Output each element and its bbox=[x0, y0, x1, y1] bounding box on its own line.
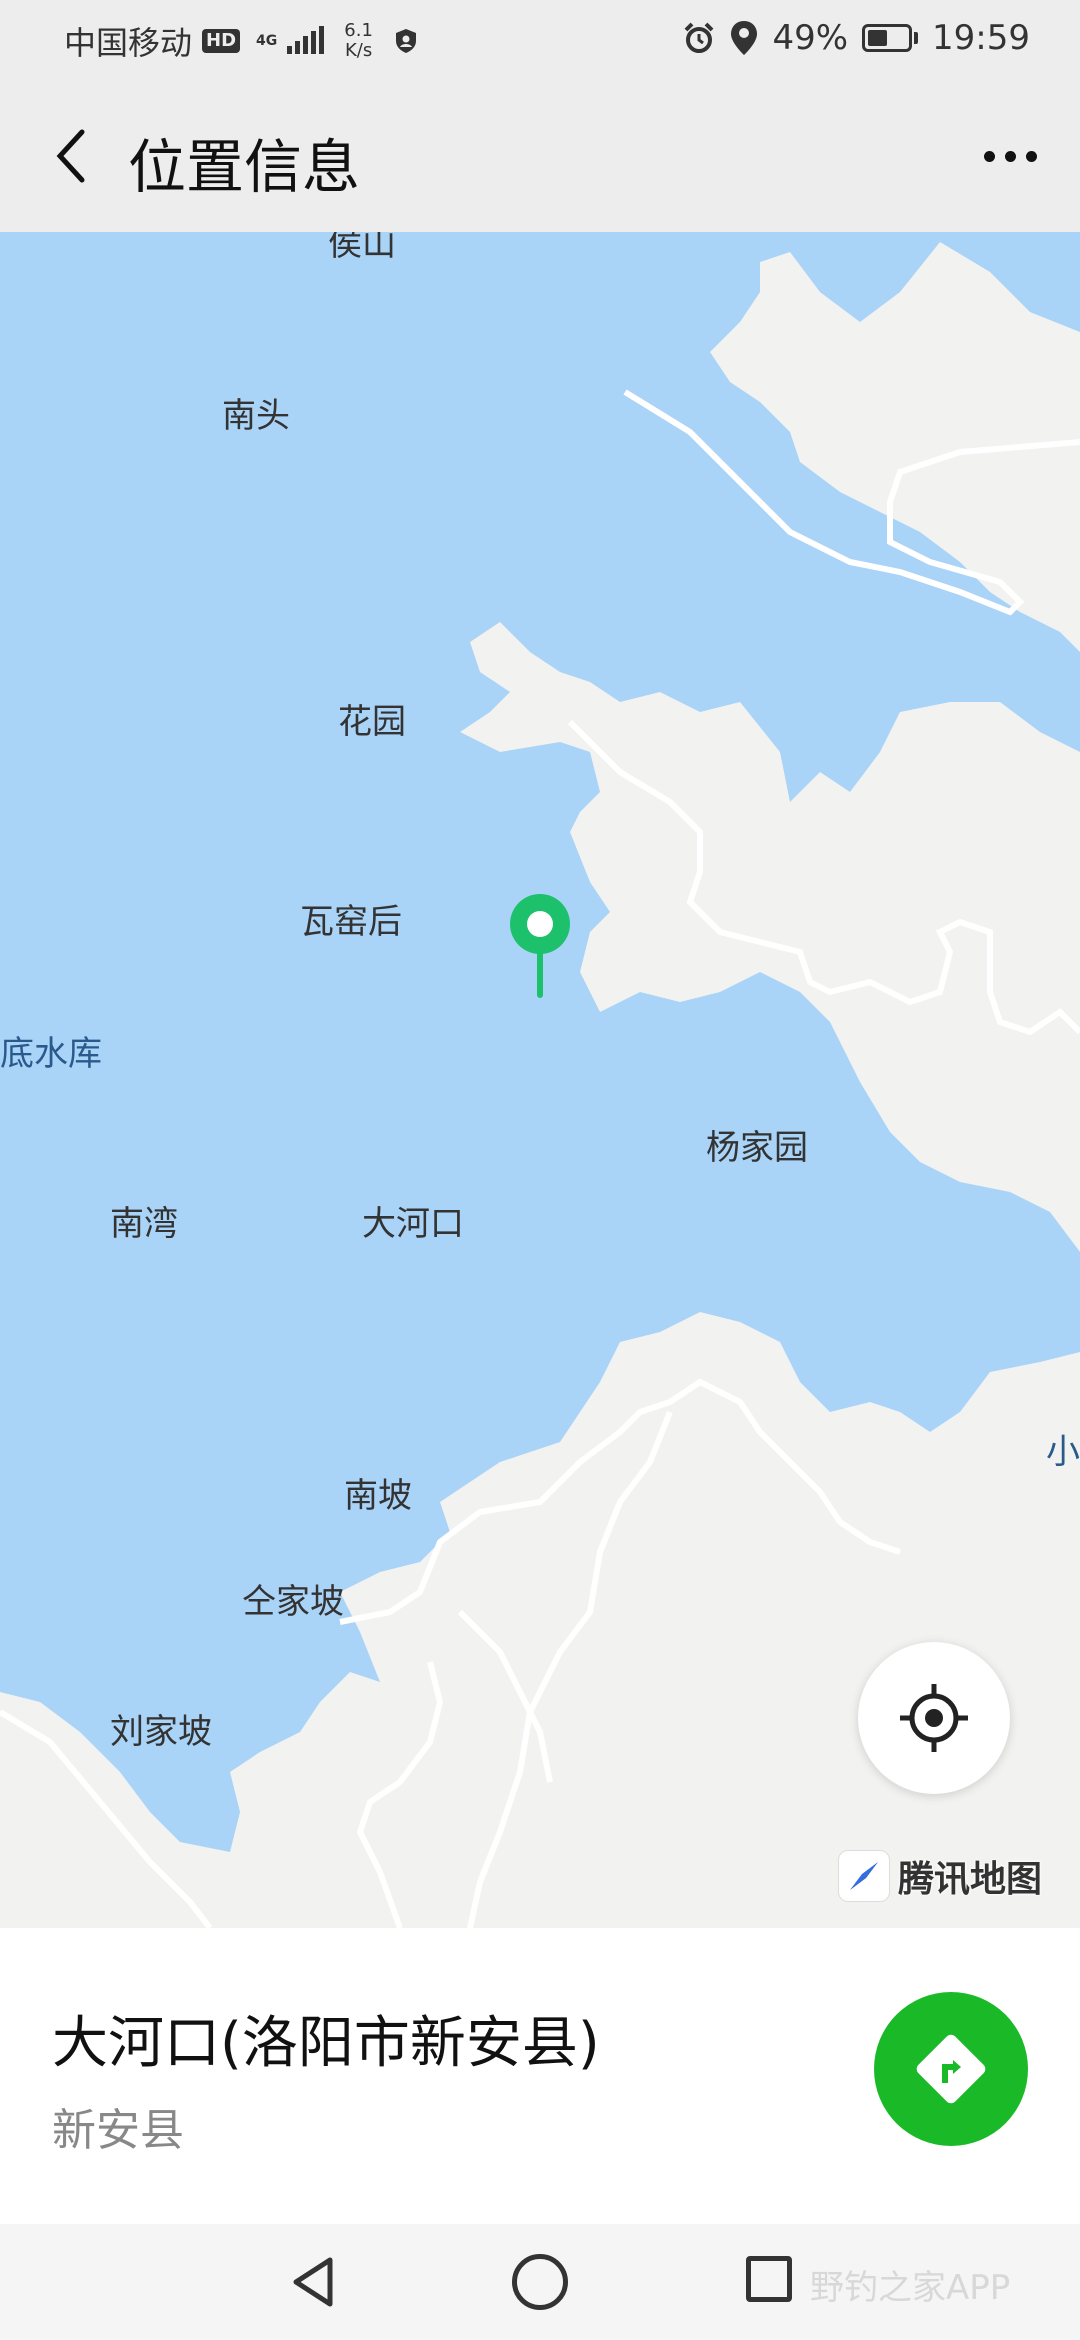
location-pin-icon[interactable] bbox=[505, 892, 575, 1002]
location-name: 大河口(洛阳市新安县) bbox=[52, 2011, 600, 2076]
more-dot bbox=[1004, 150, 1016, 162]
more-button[interactable] bbox=[960, 116, 1060, 196]
location-info-panel: 大河口(洛阳市新安县) 新安县 bbox=[0, 1928, 1080, 2224]
signal-icon bbox=[287, 26, 325, 54]
clock: 19:59 bbox=[932, 18, 1030, 58]
locate-me-button[interactable] bbox=[858, 1642, 1010, 1794]
map-view[interactable]: 侯山 南头 花园 瓦窑后 陈底水库 杨家园 南湾 大河口 小 南坡 仝家坡 刘家… bbox=[0, 232, 1080, 1928]
header-bar: 位置信息 bbox=[0, 80, 1080, 232]
map-label-wayaohou: 瓦窑后 bbox=[300, 902, 402, 942]
tencent-map-icon bbox=[838, 1850, 890, 1902]
more-dot bbox=[1025, 150, 1037, 162]
location-district: 新安县 bbox=[52, 2105, 184, 2156]
app-watermark: 野钓之家APP bbox=[810, 2268, 1011, 2308]
carrier-name: 中国移动 bbox=[64, 24, 193, 62]
more-dots-icon bbox=[983, 150, 995, 162]
map-label-quanjiapo: 仝家坡 bbox=[242, 1582, 344, 1622]
shield-icon bbox=[395, 29, 416, 53]
nav-recent-icon[interactable] bbox=[746, 2256, 792, 2302]
map-label-xiao: 小 bbox=[1046, 1432, 1080, 1472]
map-label-daheokou: 大河口 bbox=[362, 1204, 464, 1244]
system-nav-bar: 野钓之家APP bbox=[0, 2224, 1080, 2340]
map-provider-logo: 腾讯地图 bbox=[838, 1850, 1042, 1902]
nav-home-icon[interactable] bbox=[512, 2254, 568, 2310]
map-label-nanpo: 南坡 bbox=[344, 1476, 412, 1516]
battery-percent: 49% bbox=[772, 18, 849, 58]
map-label-nanwan: 南湾 bbox=[110, 1204, 178, 1244]
chevron-left-icon bbox=[56, 129, 85, 183]
navigate-button[interactable] bbox=[874, 1992, 1028, 2146]
battery-icon bbox=[862, 24, 919, 52]
nav-back-icon[interactable] bbox=[286, 2254, 342, 2310]
network-type: 4G bbox=[256, 33, 278, 49]
location-status-icon bbox=[731, 21, 758, 55]
map-label-nantou: 南头 bbox=[222, 396, 290, 436]
alarm-icon bbox=[685, 22, 714, 53]
status-bar: 中国移动 HD 4G 6.1 K/s 49% 19:59 bbox=[0, 0, 1080, 80]
back-button[interactable] bbox=[30, 116, 110, 196]
map-label-top: 侯山 bbox=[328, 232, 396, 264]
page-title: 位置信息 bbox=[128, 133, 361, 201]
map-label-yangjiayuan: 杨家园 bbox=[706, 1128, 808, 1168]
map-label-liujiapo: 刘家坡 bbox=[110, 1712, 212, 1752]
map-provider-name: 腾讯地图 bbox=[898, 1859, 1043, 1900]
map-label-huayuan: 花园 bbox=[338, 702, 406, 742]
network-speed: 6.1 K/s bbox=[344, 20, 373, 61]
hd-badge: HD bbox=[202, 29, 241, 53]
crosshair-icon bbox=[900, 1684, 968, 1752]
map-label-reservoir: 陈底水库 bbox=[0, 1034, 102, 1074]
route-directions-icon bbox=[916, 2034, 986, 2104]
